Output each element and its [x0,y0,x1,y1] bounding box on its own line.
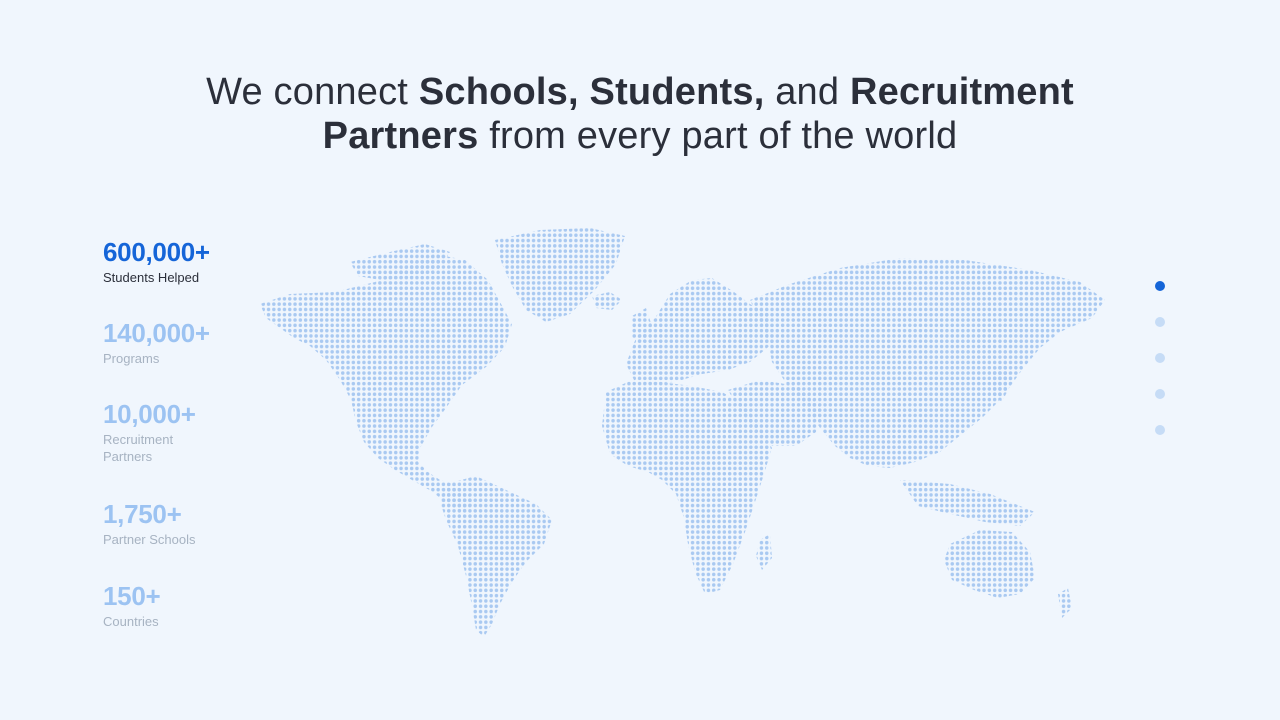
headline: We connect Schools, Students, and Recrui… [0,70,1280,158]
australia-shape [944,530,1035,598]
headline-text: We connect [206,71,419,113]
stat-label: Recruitment Partners [103,432,174,464]
southeast-asia-shape [900,480,1035,526]
carousel-dot[interactable] [1155,389,1165,399]
carousel-indicators [1155,281,1167,441]
carousel-dot[interactable] [1155,281,1165,291]
headline-bold: Schools, Students, [418,71,765,113]
stat-label: Programs [103,351,160,366]
stat-value: 150+ [103,581,161,611]
world-map-dotted-icon [260,228,1105,637]
stat-label: Students Helped [103,270,200,285]
stat-label: Partner Schools [103,532,196,547]
headline-line-1: We connect Schools, Students, and Recrui… [0,70,1280,114]
iceland-shape [592,292,622,310]
carousel-dot[interactable] [1155,425,1165,435]
new-zealand-shape [1058,588,1072,618]
stat-value: 600,000+ [103,237,210,267]
stat-value: 140,000+ [103,318,210,348]
headline-text: from every part of the world [478,115,958,157]
stat-students-helped[interactable]: 600,000+ Students Helped [103,237,223,286]
stat-countries[interactable]: 150+ Countries [103,581,223,630]
stat-label: Countries [103,614,159,629]
headline-text: and [764,71,850,113]
headline-bold: Recruitment [849,71,1074,113]
stat-value: 10,000+ [103,399,196,429]
north-america-shape [260,254,512,512]
stat-partner-schools[interactable]: 1,750+ Partner Schools [103,499,223,548]
headline-bold: Partners [322,115,479,157]
carousel-dot[interactable] [1155,353,1165,363]
madagascar-shape [756,534,772,570]
stat-value: 1,750+ [103,499,182,529]
stat-programs[interactable]: 140,000+ Programs [103,318,223,367]
carousel-dot[interactable] [1155,317,1165,327]
south-america-shape [440,476,552,637]
stat-recruitment-partners[interactable]: 10,000+ Recruitment Partners [103,399,223,465]
headline-line-2: Partners from every part of the world [0,114,1280,158]
